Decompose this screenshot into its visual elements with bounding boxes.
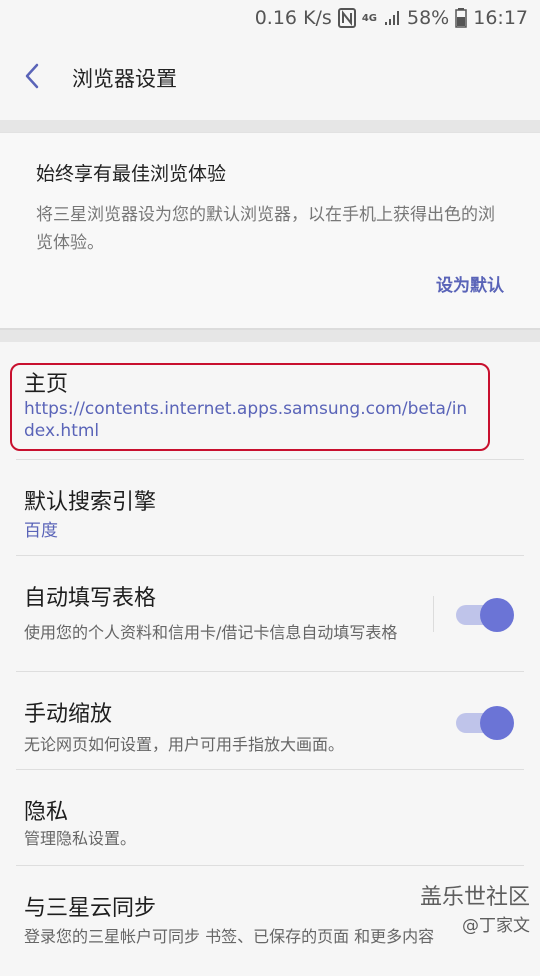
battery-icon <box>455 8 467 28</box>
watermark: 盖乐世社区 @丁家文 <box>420 884 530 940</box>
autofill-setting[interactable]: 自动填写表格 使用您的个人资料和信用卡/借记卡信息自动填写表格 <box>16 556 524 672</box>
card-title: 始终享有最佳浏览体验 <box>36 163 227 185</box>
set-default-button[interactable]: 设为默认 <box>436 271 504 296</box>
back-arrow-icon <box>23 62 41 94</box>
back-button[interactable] <box>0 36 64 120</box>
homepage-title: 主页 <box>24 372 69 397</box>
network-speed: 0.16 K/s <box>254 7 332 29</box>
clock: 16:17 <box>473 7 528 29</box>
nfc-icon <box>337 8 356 28</box>
privacy-description: 管理隐私设置。 <box>24 829 137 848</box>
watermark-line1: 盖乐世社区 <box>419 885 530 910</box>
manual-zoom-setting[interactable]: 手动缩放 无论网页如何设置，用户可用手指放大画面。 <box>16 672 524 770</box>
page-title: 浏览器设置 <box>72 67 177 91</box>
signal-icon <box>383 9 401 27</box>
privacy-title: 隐私 <box>24 800 69 825</box>
manual-zoom-toggle[interactable] <box>456 706 514 740</box>
cloud-sync-description: 登录您的三星帐户可同步 书签、已保存的页面 和更多内容 <box>24 927 435 946</box>
autofill-description: 使用您的个人资料和信用卡/借记卡信息自动填写表格 <box>24 623 398 642</box>
manual-zoom-title: 手动缩放 <box>24 702 113 727</box>
section-divider <box>0 330 540 342</box>
status-bar: 0.16 K/s 4G 58% 16:17 <box>0 0 540 36</box>
homepage-setting[interactable]: 主页 https://contents.internet.apps.samsun… <box>10 342 524 460</box>
watermark-line2: @丁家文 <box>462 916 530 936</box>
manual-zoom-description: 无论网页如何设置，用户可用手指放大画面。 <box>24 735 345 754</box>
toggle-knob <box>480 598 514 632</box>
search-engine-title: 默认搜索引擎 <box>24 490 157 515</box>
card-description: 将三星浏览器设为您的默认浏览器，以在手机上获得出色的浏览体验。 <box>36 205 495 253</box>
section-divider <box>0 120 540 132</box>
privacy-setting[interactable]: 隐私 管理隐私设置。 <box>16 770 524 866</box>
app-bar: 浏览器设置 <box>0 36 540 120</box>
battery-percent: 58% <box>407 7 450 29</box>
autofill-toggle[interactable] <box>456 598 514 632</box>
search-engine-setting[interactable]: 默认搜索引擎 百度 <box>16 460 524 556</box>
cloud-sync-title: 与三星云同步 <box>24 896 157 921</box>
search-engine-value: 百度 <box>24 521 58 541</box>
toggle-divider <box>433 596 434 632</box>
network-type-label: 4G <box>361 12 377 24</box>
homepage-url: https://contents.internet.apps.samsung.c… <box>24 399 468 441</box>
toggle-knob <box>480 706 514 740</box>
autofill-title: 自动填写表格 <box>24 586 157 611</box>
settings-list: 主页 https://contents.internet.apps.samsun… <box>10 342 524 976</box>
default-browser-card: 始终享有最佳浏览体验 将三星浏览器设为您的默认浏览器，以在手机上获得出色的浏览体… <box>0 132 540 330</box>
